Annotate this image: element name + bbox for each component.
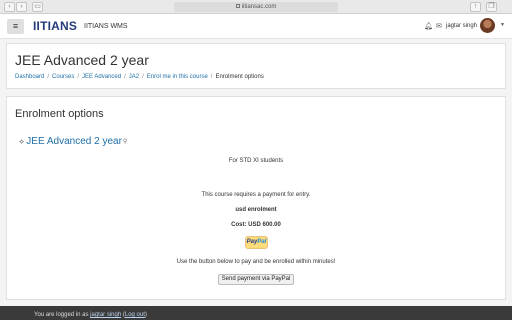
- avatar[interactable]: [480, 18, 495, 33]
- back-icon[interactable]: ‹: [4, 2, 15, 12]
- course-name[interactable]: JEE Advanced 2 year: [26, 136, 122, 147]
- breadcrumb-courses[interactable]: Courses: [52, 74, 74, 80]
- guest-access-icon: ⚲: [122, 139, 128, 145]
- breadcrumb-separator: /: [47, 74, 50, 80]
- chevron-down-icon[interactable]: ▼: [500, 22, 505, 28]
- paypal-logo: PayPal: [245, 236, 268, 249]
- breadcrumb-separator: /: [77, 74, 80, 80]
- send-payment-button[interactable]: Send payment via PayPal: [218, 274, 294, 285]
- site-header: ≡ IITIANS IITIANS WMS 🔔︎ ✉ jagtar singh …: [0, 14, 512, 39]
- breadcrumb-category[interactable]: JEE Advanced: [82, 74, 121, 80]
- breadcrumb-course[interactable]: JA2: [129, 74, 139, 80]
- hamburger-icon[interactable]: ≡: [7, 19, 24, 34]
- logout-link[interactable]: Log out: [125, 312, 145, 318]
- page-header-card: JEE Advanced 2 year Dashboard / Courses / JE…: [6, 43, 506, 89]
- share-icon[interactable]: ↑: [470, 2, 481, 12]
- login-info: You are logged in as jagtar singh (Log o…: [34, 311, 147, 319]
- tabs-icon[interactable]: ❐: [486, 2, 497, 12]
- page-title: JEE Advanced 2 year: [15, 52, 149, 68]
- paypal-logo-pal: Pal: [257, 239, 267, 245]
- payment-notice: This course requires a payment for entry…: [201, 192, 311, 198]
- breadcrumb-dashboard[interactable]: Dashboard: [15, 74, 44, 80]
- breadcrumb-separator: /: [142, 74, 144, 80]
- enrolment-heading: Enrolment options: [15, 108, 104, 120]
- course-icon: ⟡: [19, 137, 25, 146]
- course-link[interactable]: ⟡ JEE Advanced 2 year⚲: [19, 136, 127, 148]
- brand-logo[interactable]: IITIANS: [33, 20, 77, 33]
- breadcrumb-separator: /: [124, 74, 126, 80]
- course-cost: Cost: USD 600.00: [231, 222, 281, 228]
- user-name[interactable]: jagtar singh: [446, 22, 477, 31]
- profile-link[interactable]: jagtar singh: [90, 312, 121, 318]
- forward-icon[interactable]: ›: [16, 2, 27, 12]
- browser-toolbar: ‹ › ▭ iitiansac.com ↑ ❐: [0, 0, 512, 14]
- address-text: iitiansac.com: [241, 4, 277, 10]
- breadcrumb-separator: /: [210, 74, 213, 80]
- enrolment-method-name: usd enrolment: [235, 207, 277, 213]
- breadcrumb-enrol-me[interactable]: Enrol me in this course: [147, 74, 208, 80]
- chat-icon[interactable]: ✉: [436, 22, 442, 30]
- course-summary: For STD XI students: [228, 158, 284, 164]
- logout-paren-close: ): [144, 312, 147, 318]
- address-bar[interactable]: iitiansac.com: [174, 2, 338, 12]
- bell-icon[interactable]: 🔔︎: [424, 22, 433, 30]
- sidebar-icon[interactable]: ▭: [32, 2, 43, 12]
- enrolment-card: Enrolment options ⟡ JEE Advanced 2 year⚲ …: [6, 96, 506, 300]
- page-footer: You are logged in as jagtar singh (Log o…: [0, 306, 512, 320]
- breadcrumb: Dashboard / Courses / JEE Advanced / JA2/Enrol…: [15, 73, 264, 81]
- logged-in-text: You are logged in as: [34, 312, 91, 318]
- breadcrumb-current: Enrolment options: [215, 74, 264, 80]
- paypal-logo-pay: Pay: [246, 239, 258, 245]
- site-name[interactable]: IITIANS WMS: [84, 22, 128, 31]
- payment-instruction: Use the button below to pay and be enrol…: [176, 259, 336, 265]
- lock-icon: [235, 4, 240, 9]
